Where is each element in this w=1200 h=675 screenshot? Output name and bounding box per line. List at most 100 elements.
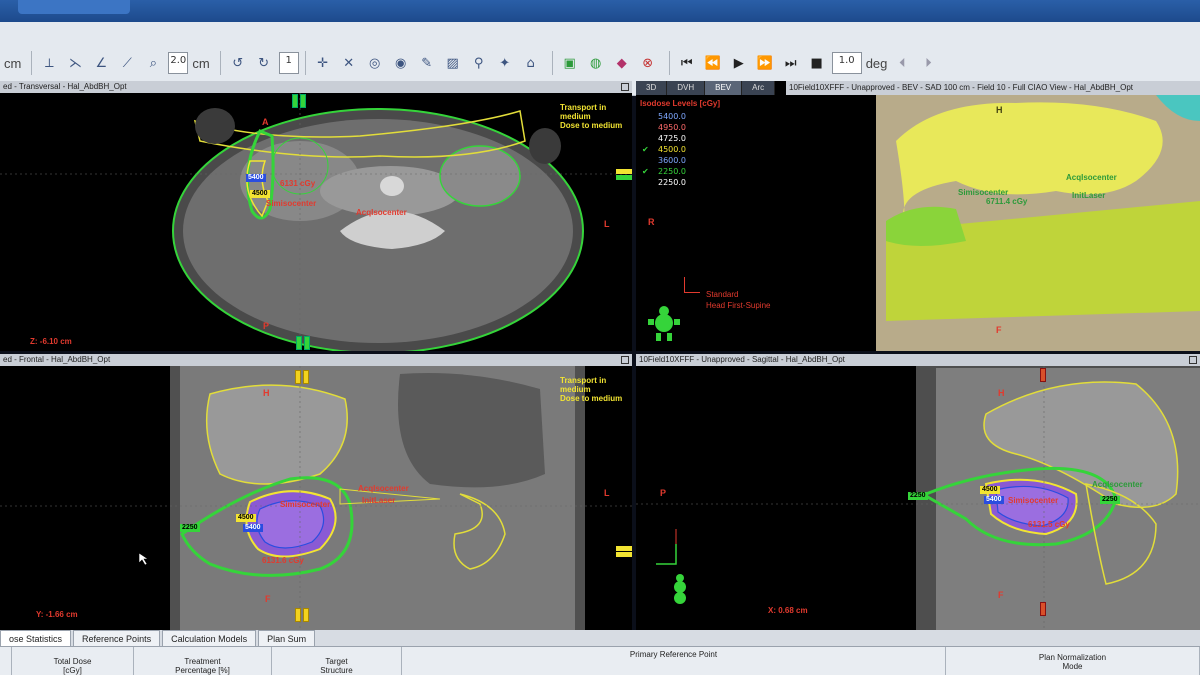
- col-spacer: [0, 647, 12, 675]
- isodose-level-row[interactable]: ✔ 4500.0: [642, 144, 686, 155]
- note-line: Transport in: [560, 376, 607, 385]
- export-icon[interactable]: ▣: [559, 52, 581, 74]
- col-normalization-label: Plan Normalization: [1038, 653, 1107, 662]
- orientation-line: Standard: [706, 290, 739, 299]
- orientation-axis: [684, 277, 685, 293]
- bucket-icon[interactable]: ⌂: [520, 52, 542, 74]
- transport-note: Transport in medium Dose to medium: [560, 103, 622, 130]
- label-left: L: [604, 219, 610, 229]
- isodose-level-row[interactable]: 4725.0: [642, 133, 686, 144]
- zoom-icon[interactable]: ⚲: [468, 52, 490, 74]
- col-target-structure[interactable]: Target Structure: [272, 647, 402, 675]
- isodose-level-row[interactable]: ✔ 2250.0: [642, 166, 686, 177]
- beam-marker-bottom[interactable]: [296, 336, 302, 350]
- acqisocenter-label: AcqIsocenter: [356, 208, 407, 217]
- acqisocenter-label: AcqIsocenter: [1092, 480, 1143, 489]
- close-target-icon[interactable]: ⊗: [637, 52, 659, 74]
- forward-icon[interactable]: ⏵: [917, 52, 939, 74]
- isodose-level-value: 4950.0: [658, 123, 686, 132]
- rotate-left-icon[interactable]: ↺: [227, 52, 249, 74]
- ruler-tool-icon[interactable]: ⟂: [38, 52, 60, 74]
- beam-marker-bottom[interactable]: [295, 608, 301, 622]
- app-tab[interactable]: [18, 0, 130, 14]
- cube-icon[interactable]: ◆: [611, 52, 633, 74]
- search-icon[interactable]: ⌕: [142, 52, 164, 74]
- separator: [304, 51, 306, 75]
- beam-marker-bottom2[interactable]: [303, 608, 309, 622]
- step-size-input[interactable]: 2.0: [168, 52, 189, 74]
- beam-marker-bottom2[interactable]: [304, 336, 310, 350]
- step-back-icon[interactable]: ⏪: [702, 52, 724, 74]
- isodose-level-value: 2250.0: [658, 167, 686, 176]
- col-treatment-label: Treatment: [184, 657, 221, 666]
- line-tool-icon[interactable]: ⟋: [116, 52, 138, 74]
- col-plan-normalization[interactable]: Plan Normalization Mode: [946, 647, 1200, 675]
- tab-dose-statistics[interactable]: ose Statistics: [0, 630, 72, 646]
- transport-note: Transport in medium Dose to medium: [560, 376, 622, 403]
- beam-marker-right2[interactable]: [616, 175, 632, 180]
- tab-reference-points[interactable]: Reference Points: [73, 630, 161, 646]
- beam-marker-top[interactable]: [295, 370, 301, 384]
- edit-icon[interactable]: ▨: [442, 52, 464, 74]
- isodose-level-row[interactable]: 3600.0: [642, 155, 686, 166]
- compass-icon[interactable]: ◉: [390, 52, 412, 74]
- cross-icon[interactable]: ✕: [338, 52, 360, 74]
- tab-3d[interactable]: 3D: [636, 81, 668, 95]
- rewind-icon[interactable]: ⏴: [891, 52, 913, 74]
- beam-marker-top2[interactable]: [303, 370, 309, 384]
- beam-marker-top[interactable]: [1040, 368, 1046, 382]
- isodose-check-icon[interactable]: ✔: [642, 144, 652, 155]
- label-anterior: A: [262, 117, 269, 127]
- step-forward-icon[interactable]: ⏩: [754, 52, 776, 74]
- magic-wand-icon[interactable]: ✦: [494, 52, 516, 74]
- isodose-level-value: 3600.0: [658, 156, 686, 165]
- angle2-tool-icon[interactable]: ∠: [90, 52, 112, 74]
- beam-marker-top[interactable]: [292, 94, 298, 108]
- patient-orientation: Standard Head First-Supine: [706, 289, 770, 311]
- window-title-bar: [0, 0, 1200, 22]
- separator: [551, 51, 553, 75]
- initlaser-label: InitLaser: [362, 496, 396, 505]
- bev-view[interactable]: 3D DVH BEV Arc 10Field10XFFF - Unapprove…: [636, 81, 1200, 351]
- isodose-level-row[interactable]: 5400.0: [642, 111, 686, 122]
- beam-icon[interactable]: ◍: [585, 52, 607, 74]
- sagittal-view[interactable]: 10Field10XFFF - Unapproved - Sagittal - …: [636, 354, 1200, 630]
- col-total-dose-label: Total Dose: [53, 657, 92, 666]
- isodose-level-row[interactable]: 2250.0: [642, 177, 686, 188]
- beam-marker-top2[interactable]: [300, 94, 306, 108]
- frontal-view[interactable]: ed - Frontal - Hal_AbdBH_Opt Transport i…: [0, 354, 632, 630]
- rotate-right-icon[interactable]: ↻: [253, 52, 275, 74]
- beam-marker-bottom[interactable]: [1040, 602, 1046, 616]
- pen-icon[interactable]: ✎: [416, 52, 438, 74]
- angle-step-input[interactable]: 1.0: [831, 52, 862, 74]
- crosshair-icon[interactable]: ✛: [312, 52, 334, 74]
- tab-arc[interactable]: Arc: [742, 81, 776, 95]
- isodose-tag-5400: 5400: [246, 174, 266, 182]
- col-primary-reference-point[interactable]: Primary Reference Point: [402, 647, 946, 675]
- transversal-view[interactable]: ed - Transversal - Hal_AbdBH_Opt Transpo…: [0, 81, 632, 351]
- count-input[interactable]: 1: [278, 52, 299, 74]
- separator: [219, 51, 221, 75]
- isodose-level-row[interactable]: 4950.0: [642, 122, 686, 133]
- skip-back-icon[interactable]: ⏮: [676, 52, 698, 74]
- beam-marker-right[interactable]: [616, 546, 632, 551]
- angle-tool-icon[interactable]: ⋋: [64, 52, 86, 74]
- tab-plan-sum[interactable]: Plan Sum: [258, 630, 316, 646]
- col-treatment-percentage[interactable]: Treatment Percentage [%]: [134, 647, 272, 675]
- tab-bev[interactable]: BEV: [705, 81, 743, 95]
- bev-acqisocenter: AcqIsocenter: [1066, 173, 1117, 182]
- beam-marker-right2[interactable]: [616, 552, 632, 557]
- isodose-check-icon[interactable]: ✔: [642, 166, 652, 177]
- label-foot: F: [265, 594, 271, 604]
- isodose-tag-4500: 4500: [236, 514, 256, 522]
- col-primary-label: Primary Reference Point: [629, 650, 718, 659]
- stop-icon[interactable]: ■: [806, 52, 828, 74]
- beam-marker-right[interactable]: [616, 169, 632, 174]
- skip-forward-icon[interactable]: ⏭: [780, 52, 802, 74]
- target-icon[interactable]: ◎: [364, 52, 386, 74]
- col-total-dose[interactable]: Total Dose [cGy]: [12, 647, 134, 675]
- play-icon[interactable]: ▶: [728, 52, 750, 74]
- note-line: medium: [560, 112, 591, 121]
- tab-dvh[interactable]: DVH: [667, 81, 706, 95]
- tab-calculation-models[interactable]: Calculation Models: [162, 630, 257, 646]
